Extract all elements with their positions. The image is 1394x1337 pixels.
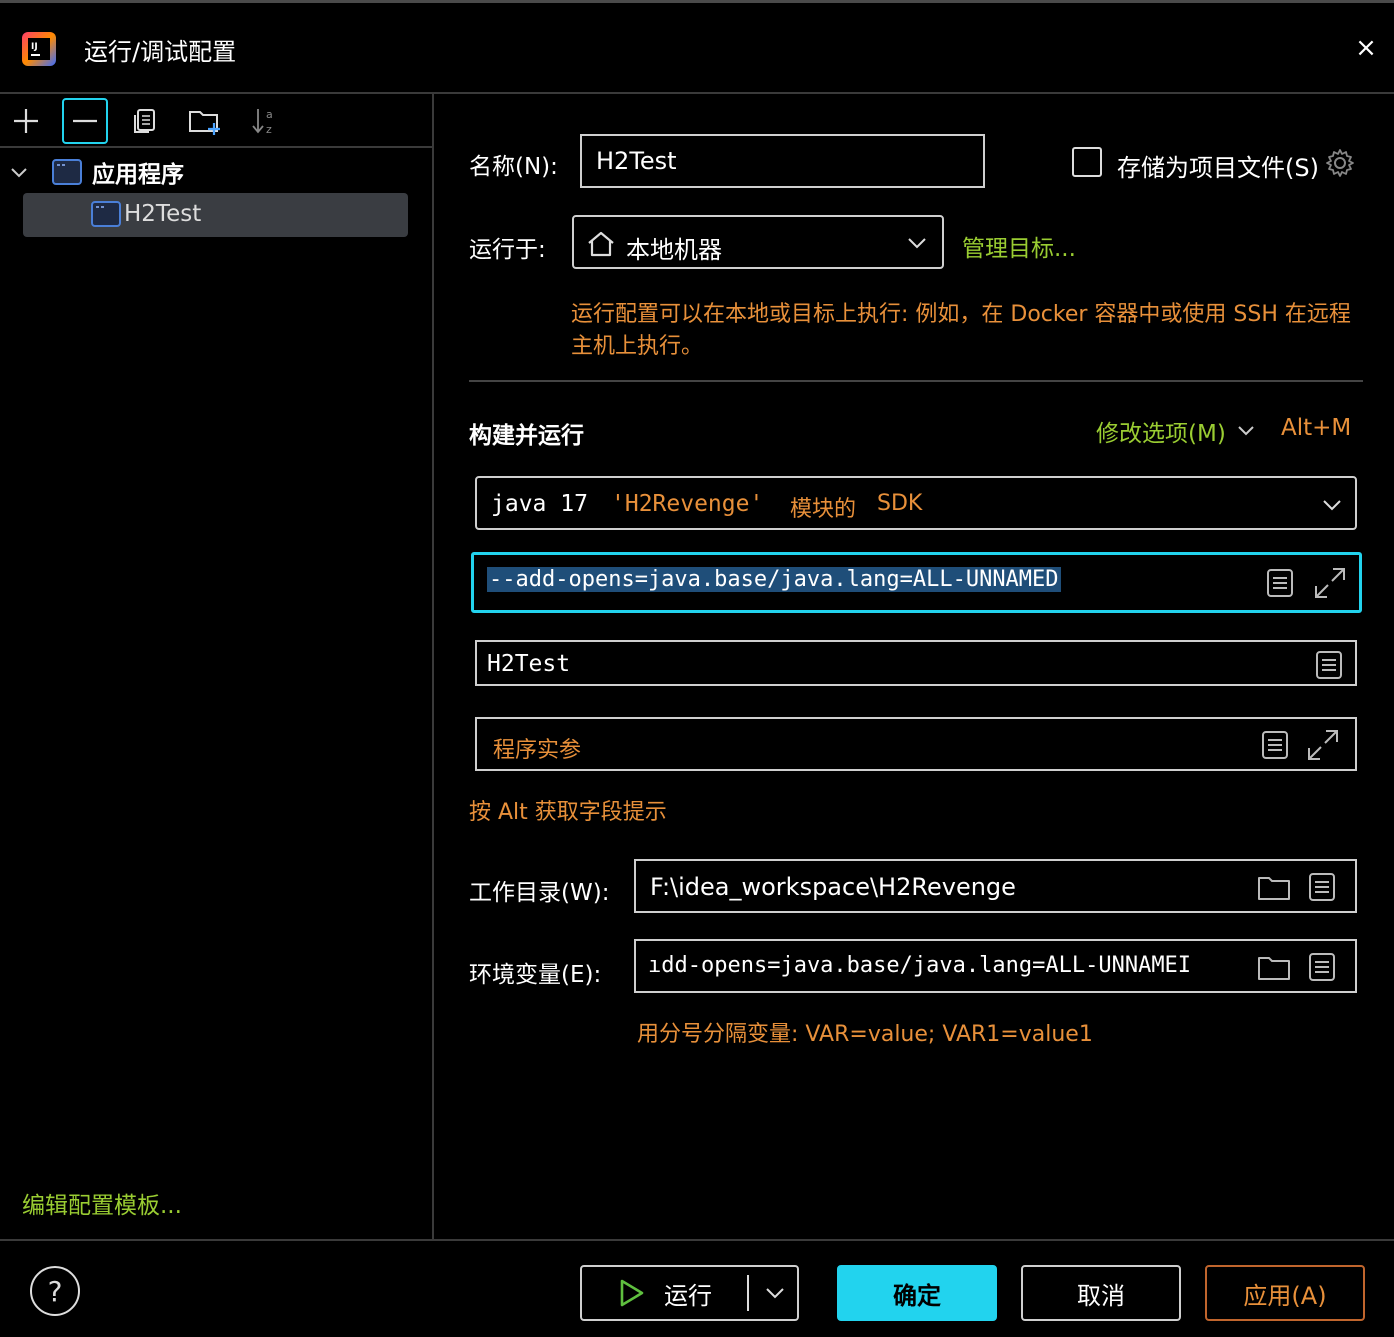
config-tree-panel: [0, 94, 434, 1239]
jdk-select[interactable]: java 17 'H2Revenge' 模块的 SDK: [475, 476, 1357, 530]
svg-text:z: z: [266, 123, 272, 136]
program-arguments-expand-button[interactable]: [1305, 727, 1341, 763]
jdk-version: java 17: [491, 491, 588, 517]
close-button[interactable]: ×: [1350, 34, 1382, 62]
vm-options-expand-button[interactable]: [1312, 565, 1348, 601]
main-class-browse-button[interactable]: [1313, 649, 1345, 681]
chevron-down-icon: [765, 1288, 784, 1299]
vm-options-list-button[interactable]: [1264, 567, 1296, 599]
run-on-select[interactable]: 本地机器: [572, 215, 944, 269]
chevron-down-icon: [1238, 426, 1254, 436]
name-input-value: H2Test: [596, 147, 677, 175]
run-on-label: 运行于:: [469, 237, 546, 263]
modify-options-button[interactable]: 修改选项(M): [1096, 414, 1256, 448]
environment-variables-value: ıdd-opens=java.base/java.lang=ALL-UNNAME…: [648, 953, 1192, 978]
new-folder-icon: [189, 111, 220, 135]
store-settings-button[interactable]: [1322, 145, 1358, 181]
manage-targets-link[interactable]: 管理目标...: [962, 229, 1076, 263]
folder-icon: [1258, 957, 1290, 980]
add-icon: [14, 109, 38, 133]
vm-options-value: --add-opens=java.base/java.lang=ALL-UNNA…: [487, 567, 1061, 592]
expand-icon: [1315, 568, 1345, 598]
chevron-down-icon: [11, 168, 27, 178]
vm-options-input[interactable]: --add-opens=java.base/java.lang=ALL-UNNA…: [471, 552, 1362, 613]
tree-item-label: H2Test: [124, 201, 202, 227]
run-button[interactable]: 运行: [580, 1265, 799, 1321]
window-title: 运行/调试配置: [84, 38, 237, 66]
expand-icon: [1308, 730, 1338, 760]
copy-icon: [134, 109, 155, 133]
list-icon: [1309, 953, 1335, 981]
store-as-project-file-label: 存储为项目文件(S): [1117, 154, 1319, 182]
tree-group-application[interactable]: 应用程序: [8, 150, 184, 194]
main-class-value: H2Test: [487, 651, 571, 677]
store-as-project-file-checkbox[interactable]: [1072, 147, 1102, 177]
edit-configuration-templates-link[interactable]: 编辑配置模板...: [22, 1186, 182, 1220]
list-icon: [1267, 569, 1293, 597]
cancel-button[interactable]: 取消: [1021, 1265, 1181, 1321]
run-dropdown-button[interactable]: [752, 1267, 797, 1319]
section-divider: [469, 380, 1363, 382]
list-icon: [1316, 651, 1342, 679]
sort-button[interactable]: a z: [242, 98, 288, 144]
run-on-value: 本地机器: [626, 236, 722, 264]
jdk-module-name: 'H2Revenge': [611, 491, 764, 517]
environment-variables-browse-button[interactable]: [1256, 951, 1292, 985]
program-arguments-list-button[interactable]: [1259, 729, 1291, 761]
home-icon: [588, 231, 614, 257]
application-icon: [91, 201, 121, 227]
sort-icon: a z: [252, 108, 273, 136]
program-arguments-input[interactable]: 程序实参: [475, 717, 1357, 771]
new-folder-button[interactable]: [182, 98, 228, 144]
program-arguments-placeholder: 程序实参: [493, 738, 582, 763]
working-directory-macros-button[interactable]: [1306, 871, 1338, 903]
tree-group-label: 应用程序: [92, 162, 184, 188]
ok-button[interactable]: 确定: [837, 1265, 997, 1321]
name-input[interactable]: H2Test: [580, 134, 985, 188]
working-directory-value: F:\idea_workspace\H2Revenge: [650, 873, 1016, 901]
tree-item-h2test[interactable]: H2Test: [23, 193, 408, 237]
remove-configuration-button[interactable]: [62, 98, 108, 144]
copy-configuration-button[interactable]: [122, 98, 168, 144]
run-on-hint-line2: 主机上执行。: [571, 334, 704, 359]
run-button-label: 运行: [664, 1281, 712, 1310]
environment-variables-hint: 用分号分隔变量: VAR=value; VAR1=value1: [637, 1022, 1093, 1047]
modify-options-shortcut: Alt+M: [1281, 415, 1352, 441]
help-button[interactable]: ?: [30, 1266, 80, 1316]
application-icon: [52, 159, 82, 185]
alt-hint-text: 按 Alt 获取字段提示: [469, 800, 667, 825]
environment-variables-label: 环境变量(E):: [469, 962, 602, 988]
environment-variables-edit-button[interactable]: [1306, 951, 1338, 983]
jdk-sdk-label: SDK: [877, 491, 923, 516]
list-icon: [1309, 873, 1335, 901]
add-configuration-button[interactable]: [3, 98, 49, 144]
main-class-input[interactable]: H2Test: [475, 640, 1357, 686]
environment-variables-input[interactable]: ıdd-opens=java.base/java.lang=ALL-UNNAME…: [634, 939, 1357, 993]
gear-icon: [1326, 149, 1354, 177]
run-on-hint-line1: 运行配置可以在本地或目标上执行: 例如，在 Docker 容器中或使用 SSH …: [571, 302, 1351, 327]
working-directory-label: 工作目录(W):: [469, 880, 610, 906]
help-icon: ?: [47, 1274, 63, 1308]
footer-divider: [0, 1239, 1394, 1241]
list-icon: [1262, 731, 1288, 759]
working-directory-browse-button[interactable]: [1256, 871, 1292, 905]
chevron-down-icon: [908, 238, 926, 249]
name-label: 名称(N):: [469, 154, 558, 180]
remove-icon: [73, 119, 97, 123]
intellij-logo-icon: IJ: [22, 30, 58, 66]
jdk-module-suffix: 模块的: [790, 497, 857, 522]
svg-text:IJ: IJ: [31, 42, 38, 52]
chevron-down-icon: [1323, 500, 1341, 511]
folder-icon: [1258, 877, 1290, 900]
svg-text:a: a: [266, 108, 273, 121]
apply-button[interactable]: 应用(A): [1205, 1265, 1365, 1321]
modify-options-label: 修改选项(M): [1096, 421, 1226, 447]
working-directory-input[interactable]: F:\idea_workspace\H2Revenge: [634, 859, 1357, 913]
build-and-run-section-title: 构建并运行: [469, 423, 584, 449]
run-icon: [620, 1279, 644, 1307]
